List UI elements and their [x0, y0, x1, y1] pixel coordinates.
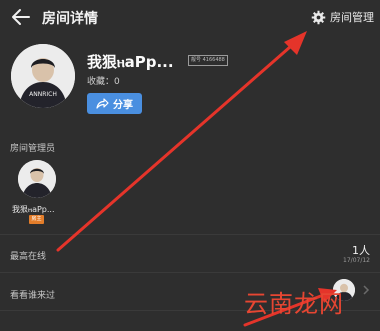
gear-icon	[311, 10, 326, 24]
back-arrow-icon[interactable]	[10, 6, 32, 28]
top-bar: 房间详情 房间管理	[0, 0, 380, 34]
admins-section-label: 房间管理员	[10, 144, 56, 154]
visitors-row[interactable]: 看看谁来过	[10, 288, 55, 301]
share-label: 分享	[113, 100, 133, 111]
online-count: 1人	[352, 244, 370, 257]
share-button[interactable]: 分享	[87, 93, 142, 114]
collect-count: 收藏：0	[87, 77, 120, 87]
watermark: 云南龙网	[244, 290, 344, 318]
person-photo: ANNRICH	[11, 44, 75, 108]
chevron-right-icon[interactable]	[360, 284, 372, 296]
online-date: 17/07/12	[343, 257, 370, 264]
owner-badge: 房主	[29, 215, 44, 224]
arrowhead-manage	[284, 31, 307, 55]
room-name: 我狠ⲏaPp...	[87, 53, 174, 71]
room-manage-button[interactable]: 房间管理	[311, 7, 374, 27]
share-icon	[96, 98, 109, 109]
room-id-badge: 靓号 4166488	[188, 55, 228, 66]
jersey-text: ANNRICH	[29, 91, 57, 98]
divider	[0, 234, 380, 235]
admin-avatar[interactable]	[18, 160, 56, 198]
admin-name: 我狠ⲏaPp...	[12, 205, 55, 214]
admin-photo	[18, 160, 56, 198]
room-manage-label: 房间管理	[330, 11, 374, 24]
divider	[0, 272, 380, 273]
online-label: 最高在线	[10, 252, 47, 262]
page-title: 房间详情	[42, 11, 98, 27]
room-avatar[interactable]: ANNRICH	[11, 44, 75, 108]
